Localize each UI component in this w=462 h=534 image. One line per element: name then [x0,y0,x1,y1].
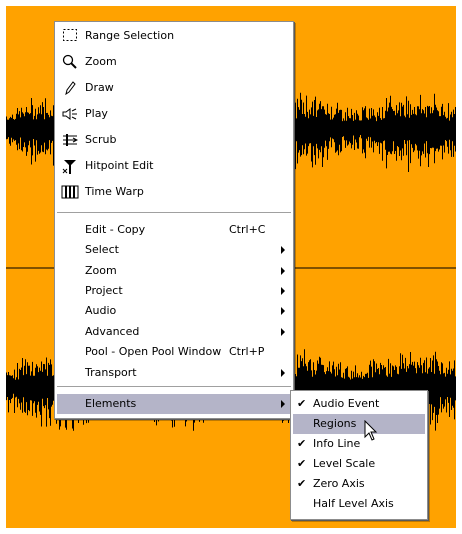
submenu-item-label: Level Scale [313,457,376,470]
menu-item-zoom[interactable]: Zoom [57,261,291,281]
menu-item-label: Select [85,243,119,256]
context-menu: Range Selection Zoom Draw Play Scrub Hit… [54,21,294,419]
submenu-item-label: Half Level Axis [313,497,394,510]
submenu-item-info-line[interactable]: ✔ Info Line [293,434,425,454]
checkmark-icon: ✔ [297,477,307,490]
menu-item-label: Hitpoint Edit [85,159,154,172]
time-warp-icon [61,184,79,200]
menu-item-elements[interactable]: Elements [57,394,291,414]
submenu-item-half-level-axis[interactable]: Half Level Axis [293,494,425,514]
menu-item-label: Project [85,284,123,297]
submenu-arrow-icon [281,307,285,315]
menu-item-transport[interactable]: Transport [57,363,291,383]
mouse-pointer-icon [364,419,378,445]
submenu-arrow-icon [281,246,285,254]
menu-item-audio[interactable]: Audio [57,301,291,321]
menu-item-label: Zoom [85,264,117,277]
menu-item-label: Time Warp [85,185,144,198]
submenu-item-regions[interactable]: Regions [293,414,425,434]
menu-item-zoom-tool[interactable]: Zoom [57,52,291,72]
submenu-arrow-icon [281,287,285,295]
submenu-item-level-scale[interactable]: ✔ Level Scale [293,454,425,474]
menu-item-select[interactable]: Select [57,240,291,260]
menu-item-range-selection[interactable]: Range Selection [57,26,291,46]
submenu-item-zero-axis[interactable]: ✔ Zero Axis [293,474,425,494]
menu-item-shortcut: Ctrl+C [229,223,266,236]
menu-item-label: Draw [85,81,114,94]
menu-item-draw[interactable]: Draw [57,78,291,98]
menu-item-label: Range Selection [85,29,175,42]
menu-item-play[interactable]: Play [57,104,291,124]
submenu-arrow-icon [281,267,285,275]
submenu-item-label: Info Line [313,437,361,450]
menu-separator [57,386,291,388]
submenu-item-audio-event[interactable]: ✔ Audio Event [293,394,425,414]
menu-item-label: Audio [85,304,117,317]
submenu-arrow-icon [281,328,285,336]
menu-item-label: Transport [85,366,137,379]
menu-item-label: Pool - Open Pool Window [85,345,222,358]
speaker-icon [61,106,79,122]
menu-item-edit-copy[interactable]: Edit - Copy Ctrl+C [57,220,291,240]
scrub-icon [61,132,79,148]
menu-item-label: Advanced [85,325,140,338]
magnifier-icon [61,54,79,70]
menu-item-label: Play [85,107,108,120]
submenu-item-label: Audio Event [313,397,380,410]
checkmark-icon: ✔ [297,457,307,470]
menu-separator [57,212,291,214]
menu-item-label: Elements [85,397,137,410]
menu-item-label: Scrub [85,133,117,146]
hitpoint-icon [61,158,79,174]
elements-submenu: ✔ Audio Event Regions ✔ Info Line ✔ Leve… [290,390,428,520]
submenu-item-label: Zero Axis [313,477,365,490]
submenu-arrow-icon [281,400,285,408]
menu-item-pool-open[interactable]: Pool - Open Pool Window Ctrl+P [57,342,291,362]
menu-item-time-warp[interactable]: Time Warp [57,182,291,202]
menu-item-shortcut: Ctrl+P [229,345,265,358]
menu-item-hitpoint-edit[interactable]: Hitpoint Edit [57,156,291,176]
range-selection-icon [61,28,79,44]
pencil-icon [61,80,79,96]
menu-item-advanced[interactable]: Advanced [57,322,291,342]
submenu-item-label: Regions [313,417,357,430]
checkmark-icon: ✔ [297,437,307,450]
menu-item-label: Edit - Copy [85,223,146,236]
checkmark-icon: ✔ [297,397,307,410]
menu-item-label: Zoom [85,55,117,68]
menu-item-scrub[interactable]: Scrub [57,130,291,150]
menu-item-project[interactable]: Project [57,281,291,301]
submenu-arrow-icon [281,369,285,377]
